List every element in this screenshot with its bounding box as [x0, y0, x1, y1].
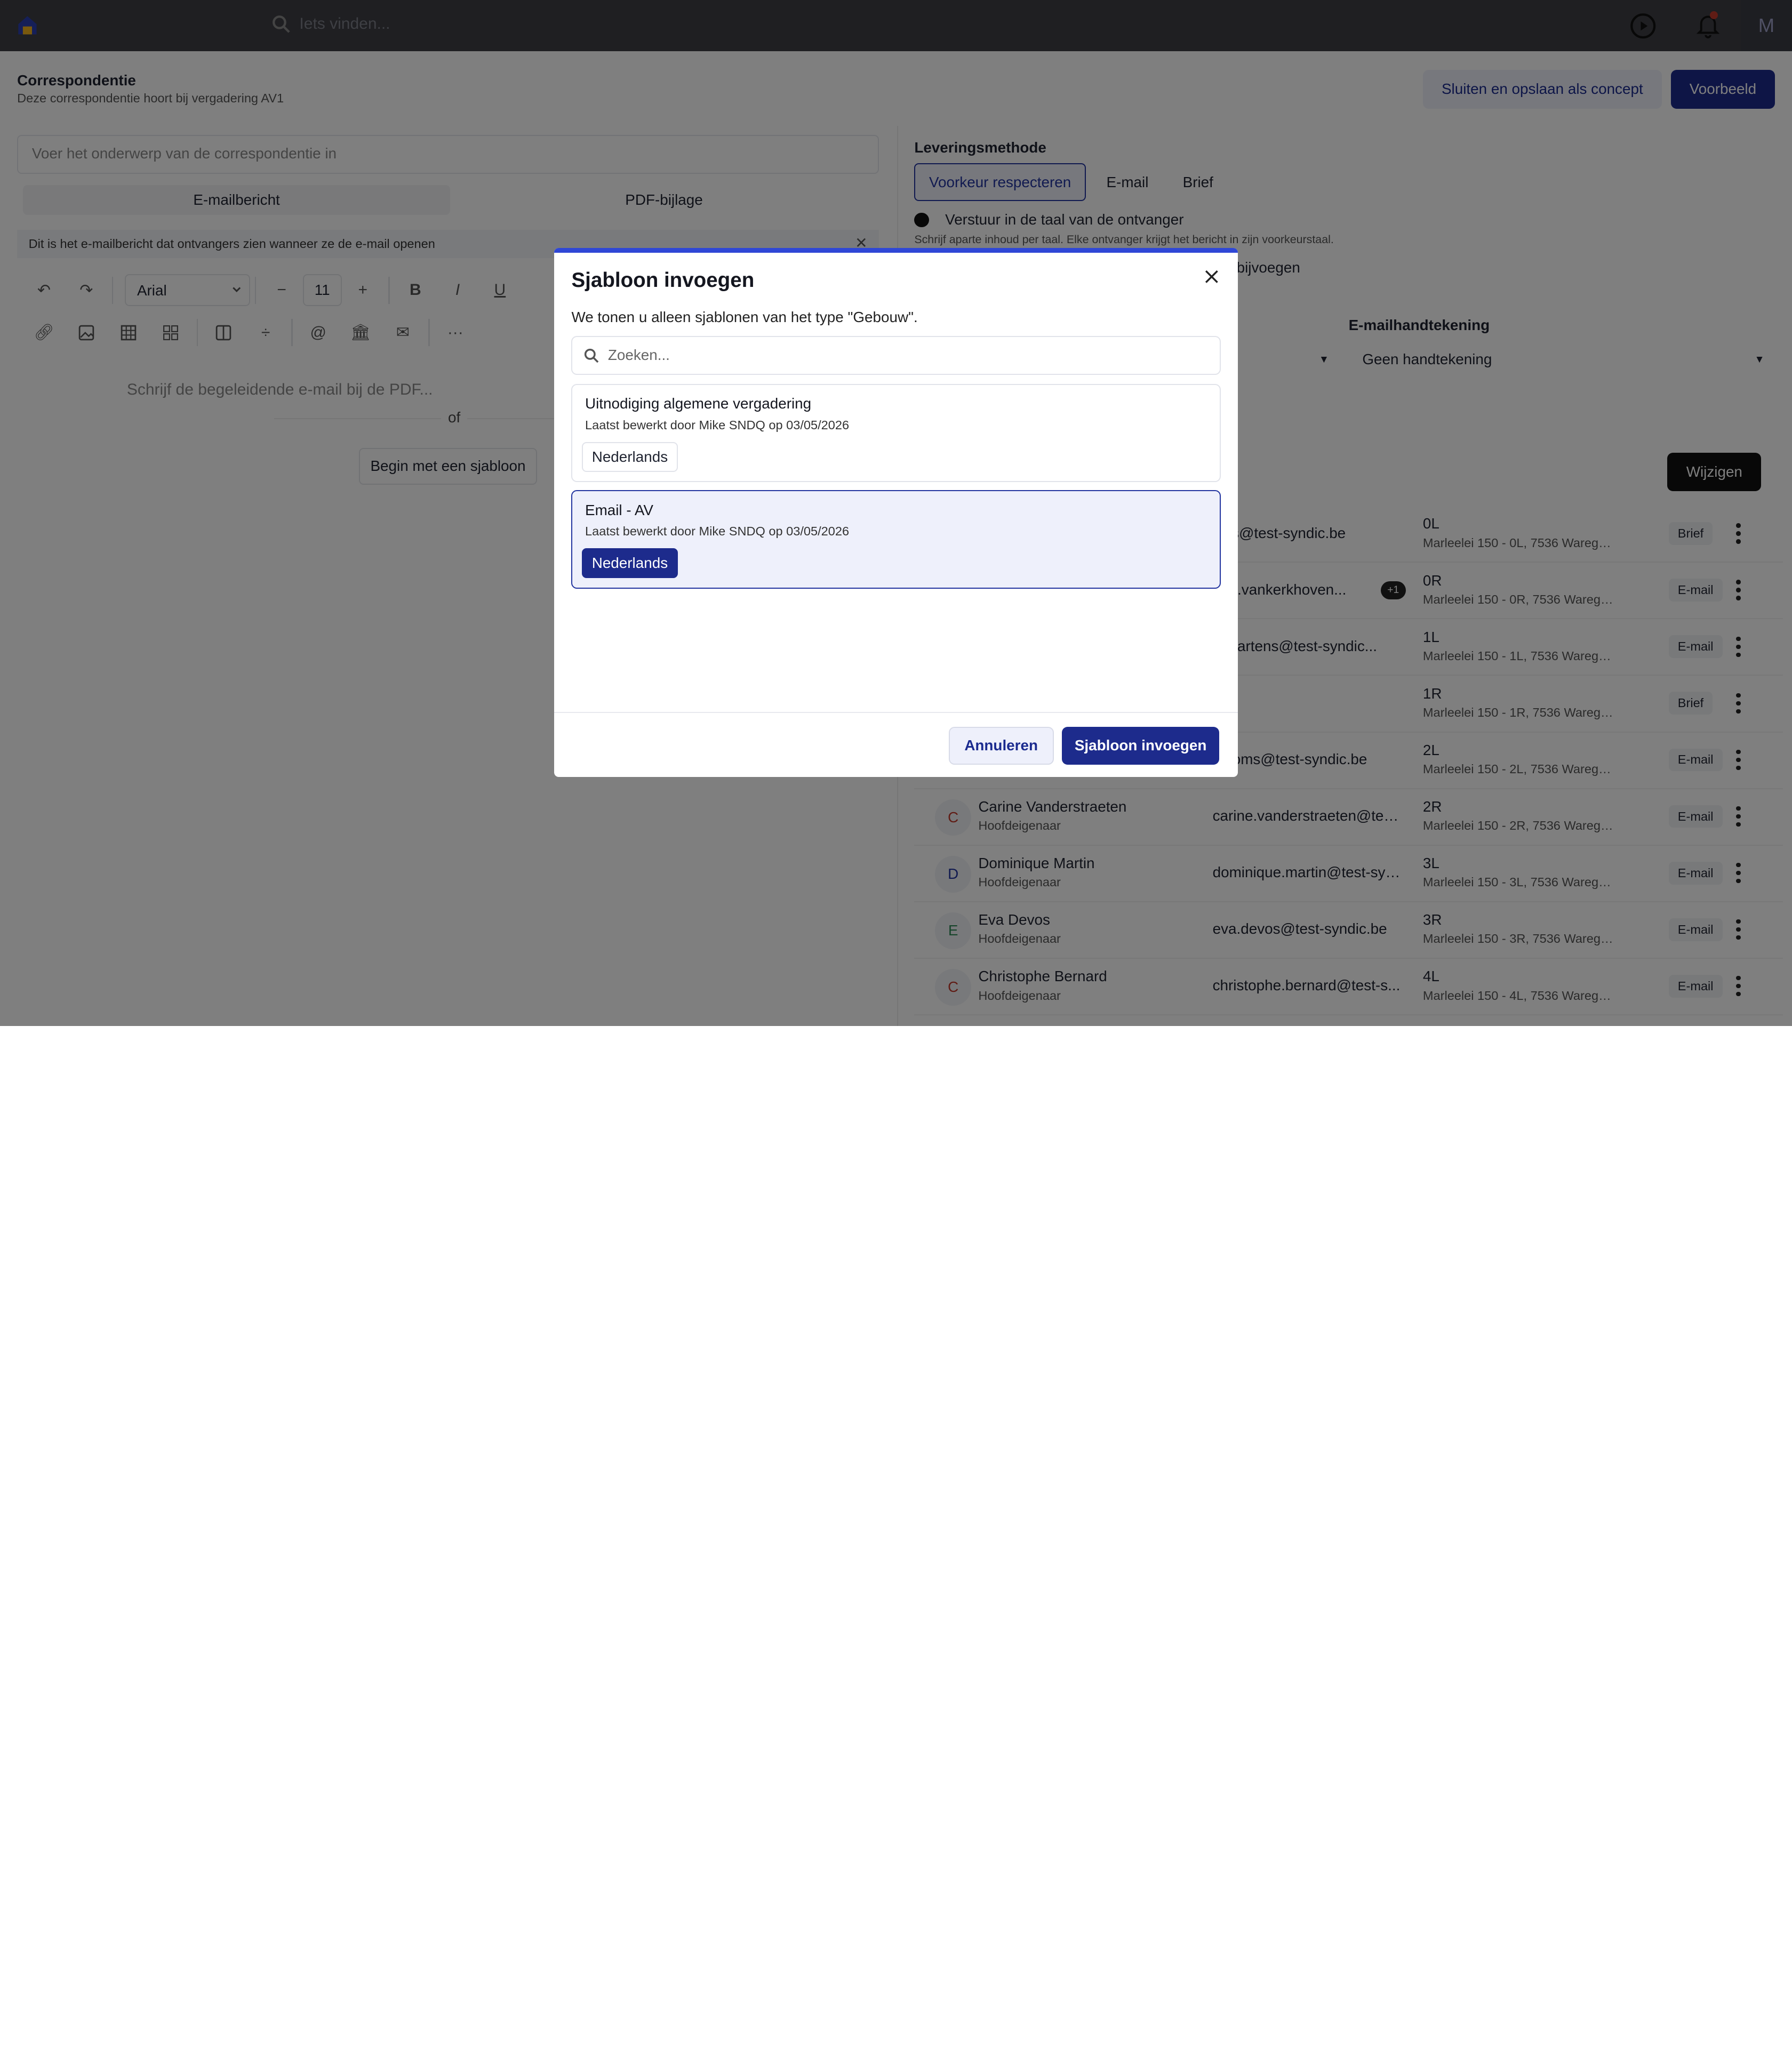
close-modal-button[interactable]	[1201, 266, 1222, 287]
template-language-chip[interactable]: Nederlands	[581, 442, 678, 472]
page: Iets vinden... M Correspondentie Deze co…	[0, 0, 1792, 1027]
template-card[interactable]: Uitnodiging algemene vergadering Laatst …	[571, 384, 1221, 483]
insert-template-modal: Sjabloon invoegen We tonen u alleen sjab…	[554, 248, 1238, 777]
modal-accent-bar	[554, 248, 1238, 253]
template-name: Email - AV	[585, 501, 653, 518]
insert-template-button[interactable]: Sjabloon invoegen	[1061, 726, 1220, 765]
template-language-chip[interactable]: Nederlands	[581, 548, 678, 579]
cancel-button[interactable]: Annuleren	[948, 726, 1054, 765]
close-icon	[1205, 270, 1218, 283]
template-search[interactable]	[571, 336, 1221, 375]
template-search-input[interactable]	[607, 347, 1180, 364]
modal-footer-divider	[554, 712, 1238, 714]
template-card-selected[interactable]: Email - AV Laatst bewerkt door Mike SNDQ…	[571, 490, 1221, 589]
template-name: Uitnodiging algemene vergadering	[585, 395, 812, 412]
modal-title: Sjabloon invoegen	[571, 268, 755, 292]
modal-description: We tonen u alleen sjablonen van het type…	[571, 308, 918, 325]
template-meta: Laatst bewerkt door Mike SNDQ op 03/05/2…	[585, 418, 850, 432]
search-icon	[584, 348, 599, 363]
template-meta: Laatst bewerkt door Mike SNDQ op 03/05/2…	[585, 524, 850, 539]
